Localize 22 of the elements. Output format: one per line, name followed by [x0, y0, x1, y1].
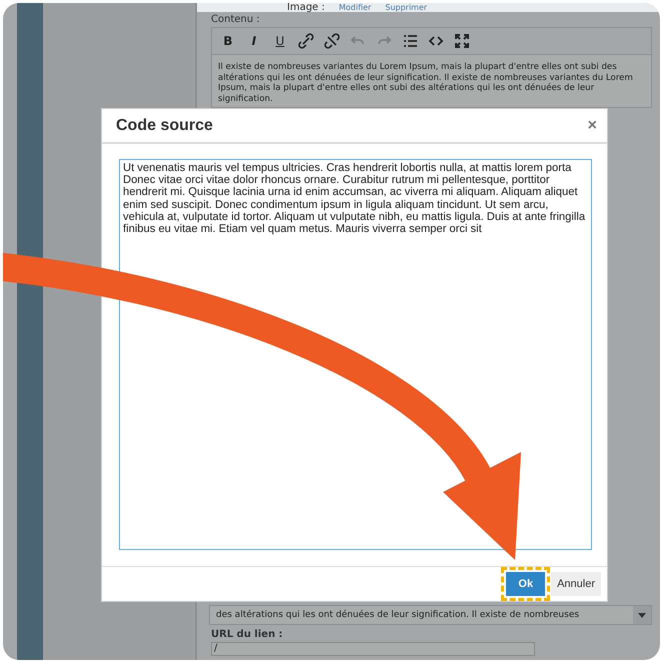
- expand-icon[interactable]: [454, 33, 470, 49]
- source-textarea[interactable]: Ut venenatis mauris vel tempus ultricies. Cras hendrerit lobortis nulla, at mattis lorem porta Donec vitae orci vitae dolor rhoncus ornare. Curabitur rutrum mi pellentesque, porttitor hendrerit mi. Quisque lacinia urna id enim accumsan, ac viverra mi aliquam. Aliquam aliquet enim sed suscipit. Donec condimentum ipsum in ligula aliquam tincidunt. Ut sem arcu, vehicula at, vulputate id tortor. Aliquam ut vulputate nibh, eu mattis ligula. Duis at ante fringilla finibus eu vitae mi. Etiam vel quam metus. Mauris viverra semper orci sit: [119, 159, 592, 550]
- editor-text: Il existe de nombreuses variantes du Lorem Ipsum, mais la plupart d'entre elles ont subi des altérations qui les ont dénuées de leur signification. Il existe de nombreuses variantes du Lorem Ipsum, mais la plupart d'entre elles ont subi des altérations qui les ont dénuées de leur signification.: [217, 61, 634, 106]
- broken-link-icon[interactable]: [324, 33, 340, 49]
- scroll-down-icon: [638, 612, 646, 618]
- underline-button[interactable]: U: [272, 34, 288, 48]
- link-icon[interactable]: [298, 33, 314, 49]
- italic-button[interactable]: I: [246, 34, 262, 48]
- bullet-list-icon[interactable]: [402, 33, 418, 49]
- url-field[interactable]: /: [211, 642, 535, 656]
- bold-button[interactable]: B: [220, 34, 236, 48]
- image-label: Image :: [287, 3, 325, 12]
- link[interactable]: Supprimer: [385, 3, 428, 12]
- field-label: URL du lien :: [211, 629, 284, 640]
- editor-text: des altérations qui les ont dénuées de leur signification. Il existe de nombreuses: [216, 610, 580, 620]
- scroll-button[interactable]: [633, 606, 651, 624]
- field-label: Contenu :: [211, 14, 261, 25]
- link[interactable]: Modifier: [338, 3, 372, 12]
- dialog-title: Code source: [116, 116, 213, 134]
- close-button[interactable]: ×: [588, 116, 597, 134]
- cancel-button[interactable]: Annuler: [551, 572, 601, 596]
- ok-button[interactable]: Ok: [506, 572, 546, 596]
